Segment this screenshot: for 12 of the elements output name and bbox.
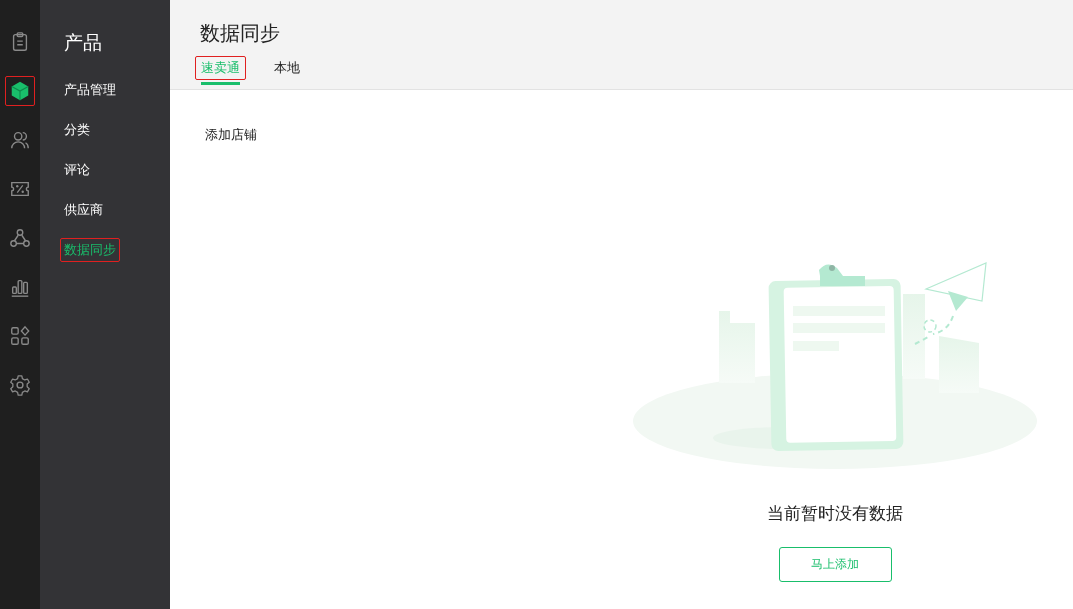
cube-icon[interactable] <box>5 76 35 106</box>
sidebar-title: 产品 <box>64 30 102 55</box>
sidebar-item[interactable]: 数据同步 <box>60 238 120 262</box>
empty-message: 当前暂时没有数据 <box>767 502 903 525</box>
page-title: 数据同步 <box>200 20 280 47</box>
sidebar-item[interactable]: 评论 <box>60 158 94 182</box>
sidebar-item[interactable]: 产品管理 <box>60 78 120 102</box>
sidebar-item[interactable]: 供应商 <box>60 198 107 222</box>
sidebar-item[interactable]: 分类 <box>60 118 94 142</box>
add-store-link[interactable]: 添加店铺 <box>205 126 257 144</box>
tab[interactable]: 本地 <box>268 56 306 80</box>
active-tab-indicator <box>201 82 240 85</box>
